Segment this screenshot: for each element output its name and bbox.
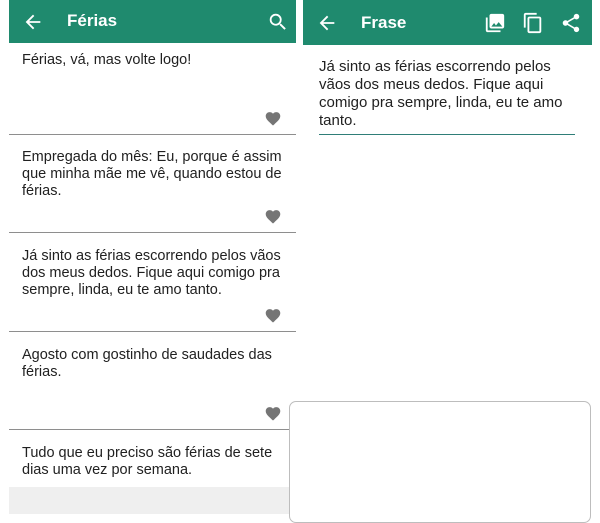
phrase-list: Férias, vá, mas volte logo! Empregada do… <box>9 43 296 514</box>
phrase-text-field[interactable]: Já sinto as férias escorrendo pelos vãos… <box>319 58 575 135</box>
phrase-text: Férias, vá, mas volte logo! <box>22 52 192 68</box>
copy-icon[interactable] <box>522 12 544 34</box>
list-item[interactable]: Tudo que eu preciso são férias de sete d… <box>9 430 296 487</box>
phrase-text: Já sinto as férias escorrendo pelos vãos… <box>22 248 281 298</box>
list-item[interactable]: Férias, vá, mas volte logo! <box>9 43 296 135</box>
phrase-text: Agosto com gostinho de saudades das féri… <box>22 347 272 380</box>
screen-title: Férias <box>67 11 118 30</box>
heart-icon[interactable] <box>264 110 282 126</box>
heart-icon[interactable] <box>264 208 282 224</box>
back-arrow-icon[interactable] <box>22 11 44 33</box>
phrase-text: Empregada do mês: Eu, porque é assim que… <box>22 149 282 199</box>
back-arrow-icon[interactable] <box>316 12 338 34</box>
list-item[interactable]: Empregada do mês: Eu, porque é assim que… <box>9 135 296 233</box>
share-icon[interactable] <box>560 12 582 34</box>
app-bar: Férias <box>9 0 296 43</box>
screen-title: Frase <box>361 13 407 32</box>
list-bottom-strip <box>9 487 296 514</box>
list-item[interactable]: Já sinto as férias escorrendo pelos vãos… <box>9 233 296 332</box>
phrase-text: Tudo que eu preciso são férias de sete d… <box>22 445 273 478</box>
app-bar: Frase <box>303 0 592 45</box>
list-item[interactable]: Agosto com gostinho de saudades das féri… <box>9 332 296 430</box>
search-icon[interactable] <box>267 11 289 33</box>
heart-icon[interactable] <box>264 405 282 421</box>
image-icon[interactable] <box>484 12 506 34</box>
phrase-list-screen: Férias Férias, vá, mas volte logo! Empre… <box>9 0 296 514</box>
popup-card <box>289 401 591 523</box>
heart-icon[interactable] <box>264 307 282 323</box>
